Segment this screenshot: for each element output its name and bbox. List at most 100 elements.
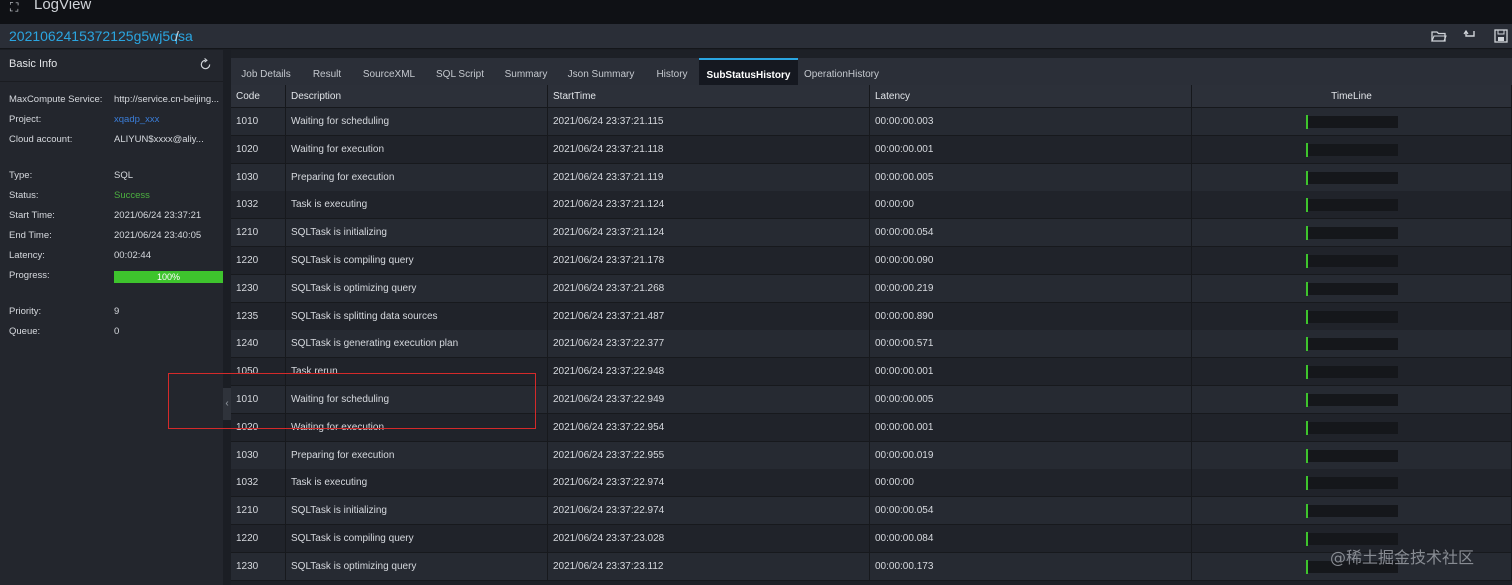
timeline-marker [1306, 281, 1308, 296]
cell-latency: 00:00:00.005 [870, 386, 1192, 414]
tab-json-summary[interactable]: Json Summary [557, 58, 645, 85]
timeline-marker [1306, 448, 1308, 463]
cell-code: 1030 [231, 163, 286, 192]
folder-open-icon[interactable] [1431, 28, 1447, 44]
timeline-track [1308, 505, 1398, 518]
tab-sourcexml[interactable]: SourceXML [353, 58, 425, 85]
save-icon[interactable] [1493, 28, 1509, 44]
cell-description: Waiting for execution [286, 135, 548, 164]
timeline-marker [1306, 559, 1308, 574]
cell-description: Preparing for execution [286, 441, 548, 470]
table-row[interactable]: 1210 SQLTask is initializing 2021/06/24 23… [231, 497, 1512, 526]
cell-start: 2021/06/24 23:37:21.118 [548, 135, 870, 164]
tab-job-details[interactable]: Job Details [231, 58, 301, 85]
cell-latency: 00:00:00.005 [870, 163, 1192, 192]
table-row[interactable]: 1032 Task is executing 2021/06/24 23:37:21… [231, 191, 1512, 220]
cell-code: 1032 [231, 191, 286, 220]
annotation-highlight-box [168, 373, 536, 429]
timeline-marker [1306, 254, 1308, 268]
table-row[interactable]: 1030 Preparing for execution 2021/06/24 23… [231, 163, 1512, 192]
table-row[interactable]: 1032 Task is executing 2021/06/24 23:37:22… [231, 469, 1512, 498]
undo-icon[interactable] [1462, 28, 1478, 44]
timeline-track [1308, 421, 1398, 434]
cell-latency: 00:00:00.054 [870, 497, 1192, 526]
info-value: 2021/06/24 23:37:21 [114, 210, 202, 221]
info-label: Queue: [9, 326, 41, 337]
cell-description: SQLTask is generating execution plan [286, 330, 548, 359]
cell-description: Waiting for scheduling [286, 108, 548, 136]
info-label: Project: [9, 114, 42, 125]
timeline-marker [1306, 309, 1308, 324]
cell-start: 2021/06/24 23:37:21.119 [548, 163, 870, 192]
timeline-track [1308, 227, 1398, 240]
table-row[interactable]: 1010 Waiting for scheduling 2021/06/24 23:… [231, 108, 1512, 136]
cell-latency: 00:00:00.003 [870, 108, 1192, 136]
timeline-track [1308, 143, 1398, 156]
timeline-track [1308, 171, 1398, 184]
timeline-marker [1306, 504, 1308, 519]
info-row: Queue: 0 [9, 325, 223, 339]
cell-latency: 00:00:00.219 [870, 274, 1192, 303]
cell-start: 2021/06/24 23:37:23.112 [548, 552, 870, 581]
column-header-description[interactable]: Description [286, 85, 548, 108]
timeline-track [1308, 116, 1398, 128]
table-row[interactable]: 1030 Preparing for execution 2021/06/24 23… [231, 441, 1512, 470]
tab-substatushistory[interactable]: SubStatusHistory [699, 58, 798, 85]
info-row: Latency: 00:02:44 [9, 249, 223, 263]
cell-latency: 00:00:00.084 [870, 525, 1192, 553]
column-header-timeline[interactable]: TimeLine [1192, 85, 1512, 108]
cell-description: Task is executing [286, 469, 548, 498]
table-row[interactable]: 1235 SQLTask is splitting data sources 202… [231, 302, 1512, 331]
cell-start: 2021/06/24 23:37:22.949 [548, 386, 870, 414]
expand-icon: ⛶ [10, 0, 19, 14]
column-header-starttime[interactable]: StartTime [548, 85, 870, 108]
info-value: http://service.cn-beijing... [114, 94, 220, 105]
column-header-latency[interactable]: Latency [870, 85, 1192, 108]
cell-start: 2021/06/24 23:37:22.974 [548, 497, 870, 526]
cell-latency: 00:00:00.054 [870, 219, 1192, 248]
cell-start: 2021/06/24 23:37:22.948 [548, 358, 870, 387]
info-label: MaxCompute Service: [9, 94, 103, 105]
info-value: 9 [114, 306, 120, 317]
timeline-marker [1306, 532, 1308, 546]
table-row[interactable]: 1240 SQLTask is generating execution plan… [231, 330, 1512, 359]
window-title: LogView [34, 0, 92, 13]
info-label: Priority: [9, 306, 42, 317]
cell-start: 2021/06/24 23:37:23.028 [548, 525, 870, 553]
main-content: Job Details Result SourceXML SQL Script Summ… [231, 50, 1512, 585]
cell-code: 1230 [231, 274, 286, 303]
table-row[interactable]: 1020 Waiting for execution 2021/06/24 23:3… [231, 135, 1512, 164]
cell-description: Preparing for execution [286, 163, 548, 192]
tab-result[interactable]: Result [301, 58, 353, 85]
cell-code: 1210 [231, 219, 286, 248]
refresh-icon[interactable] [199, 58, 212, 71]
path-separator: / [175, 28, 179, 44]
cell-code: 1010 [231, 108, 286, 136]
table-row[interactable]: 1230 SQLTask is optimizing query 2021/06/2… [231, 552, 1512, 581]
timeline-marker [1306, 337, 1308, 352]
cell-start: 2021/06/24 23:37:21.124 [548, 191, 870, 220]
basic-info-panel: Basic Info MaxCompute Service: http://ser… [0, 50, 223, 585]
table-row[interactable]: 1210 SQLTask is initializing 2021/06/24 23… [231, 219, 1512, 248]
tab-summary[interactable]: Summary [495, 58, 557, 85]
timeline-marker [1306, 365, 1308, 380]
info-row: Type: SQL [9, 169, 223, 183]
cell-code: 1210 [231, 497, 286, 526]
cell-latency: 00:00:00.019 [870, 441, 1192, 470]
table-row[interactable]: 1230 SQLTask is optimizing query 2021/06/2… [231, 274, 1512, 303]
cell-start: 2021/06/24 23:37:22.955 [548, 441, 870, 470]
tab-operationhistory[interactable]: OperationHistory [798, 58, 885, 85]
timeline-track [1308, 255, 1398, 267]
table-row[interactable]: 1220 SQLTask is compiling query 2021/06/24… [231, 525, 1512, 553]
table-row[interactable]: 1220 SQLTask is compiling query 2021/06/24… [231, 247, 1512, 275]
job-id-link[interactable]: 2021062415372125g5wj5qsa [9, 28, 193, 44]
info-row: Priority: 9 [9, 305, 223, 319]
cell-start: 2021/06/24 23:37:21.178 [548, 247, 870, 275]
cell-start: 2021/06/24 23:37:21.115 [548, 108, 870, 136]
timeline-marker [1306, 170, 1308, 185]
tab-history[interactable]: History [645, 58, 699, 85]
cell-code: 1032 [231, 469, 286, 498]
timeline-marker [1306, 198, 1308, 213]
column-header-code[interactable]: Code [231, 85, 286, 108]
tab-sql-script[interactable]: SQL Script [425, 58, 495, 85]
